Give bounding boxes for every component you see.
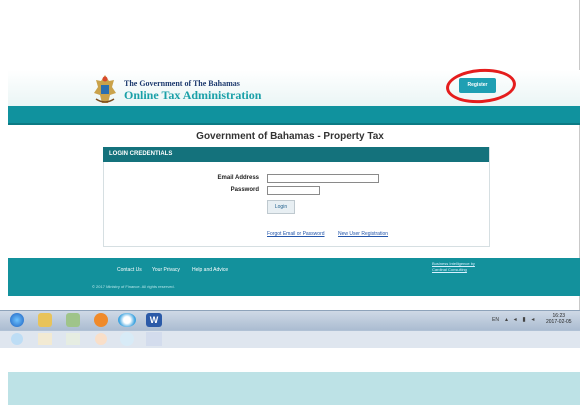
password-label: Password: [230, 187, 259, 193]
start-orb-icon[interactable]: [10, 313, 24, 327]
login-button[interactable]: Login: [267, 200, 295, 214]
forgot-password-link[interactable]: Forgot Email or Password: [267, 231, 325, 237]
password-field[interactable]: [267, 186, 320, 195]
language-indicator[interactable]: EN: [492, 317, 499, 323]
footer-link-help[interactable]: Help and Advice: [192, 267, 228, 273]
clock-date: 2017-02-05: [546, 319, 572, 325]
copyright-text: © 2017 Ministry of Finance. All rights r…: [92, 284, 175, 289]
email-field[interactable]: [267, 174, 379, 183]
footer-link-contact[interactable]: Contact Us: [117, 267, 142, 273]
coat-of-arms-logo: [94, 75, 116, 103]
system-tray-icons[interactable]: ▴ ◂ ▮ ◂: [505, 316, 536, 323]
new-user-registration-link[interactable]: New User Registration: [338, 231, 388, 237]
media-icon[interactable]: [66, 313, 80, 327]
gov-title: The Government of The Bahamas: [124, 79, 240, 88]
screen-reflection: [0, 330, 580, 405]
folder-icon[interactable]: [38, 313, 52, 327]
site-title: Online Tax Administration: [124, 88, 262, 102]
page-title: Government of Bahamas - Property Tax: [196, 131, 384, 142]
site-footer: [8, 258, 580, 296]
credit-line-2: Cardinal Consulting: [432, 267, 467, 272]
credit-link[interactable]: Business Intelligence by Cardinal Consul…: [432, 261, 475, 273]
login-card-title: LOGIN CREDENTIALS: [103, 147, 489, 162]
word-icon[interactable]: W: [146, 313, 162, 327]
browser-icon[interactable]: [118, 313, 136, 327]
nav-bar: [8, 106, 580, 125]
footer-link-privacy[interactable]: Your Privacy: [152, 267, 180, 273]
clock[interactable]: 16:23 2017-02-05: [546, 313, 572, 325]
media-player-icon[interactable]: [94, 313, 108, 327]
email-label: Email Address: [217, 175, 259, 181]
